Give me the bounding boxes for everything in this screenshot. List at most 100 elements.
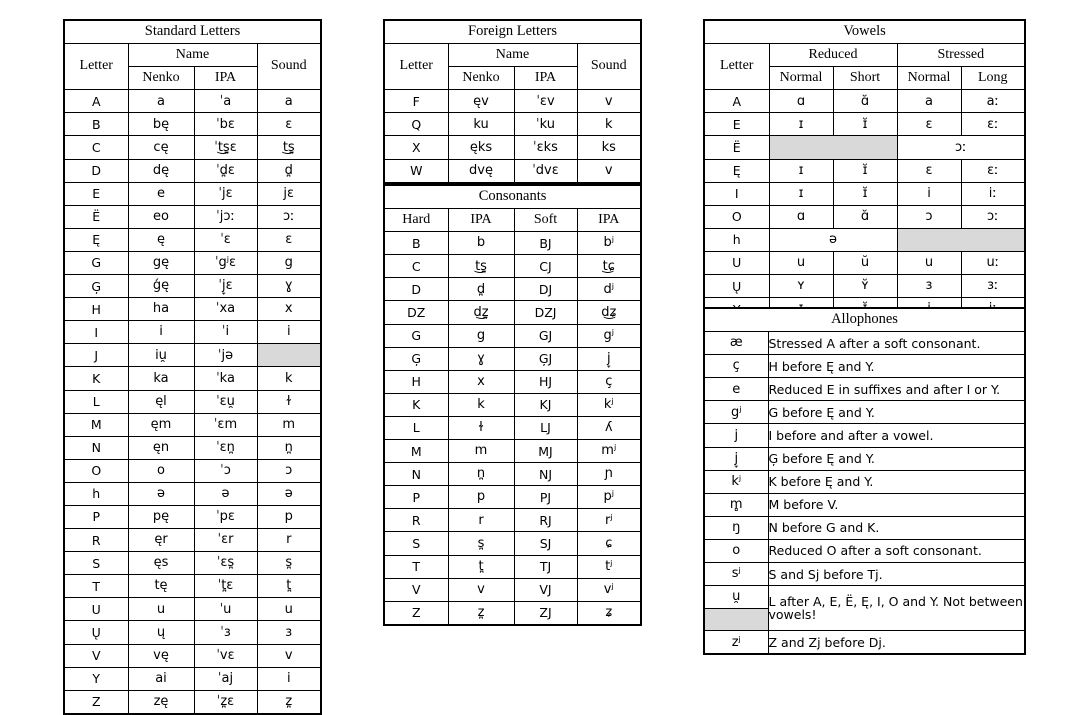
cell-ipa-name: ə xyxy=(193,481,258,506)
cell-soft-letter: PJ xyxy=(513,485,578,510)
table-row: Męm ˈɛm m xyxy=(63,412,322,437)
header-reduced: Reduced xyxy=(768,43,898,68)
cell-vowel-letter: O xyxy=(703,204,770,229)
cell-ipa-name: ˈjɔː xyxy=(193,204,258,229)
cell-stressed-normal: ɛ xyxy=(896,112,962,137)
table-row: çH before Ę and Y. xyxy=(703,354,1026,379)
header-ipa-name: IPA xyxy=(513,66,578,91)
cell-letter: Ģ xyxy=(63,274,129,299)
table-row: Hha ˈxa x xyxy=(63,297,322,322)
table-row: Pp PJ pʲ xyxy=(383,485,642,510)
cell-ipa-sound: i xyxy=(256,666,322,691)
cell-soft-letter: HJ xyxy=(513,369,578,394)
table-row: Ģɣ ĢJ j̞ xyxy=(383,346,642,371)
cell-vowel-letter: A xyxy=(703,89,770,114)
cell-ipa-hard: x xyxy=(447,369,515,394)
table-row: Lęl ˈɛu̯ ɫ xyxy=(63,389,322,414)
cell-allophone-symbol: ç xyxy=(703,354,769,379)
cell-vowel-letter: U xyxy=(703,250,770,276)
header-reduced-short: Short xyxy=(832,66,898,91)
table-row: Yai ˈaj i xyxy=(63,666,322,691)
cell-ipa-sound: x xyxy=(256,297,322,322)
cell-ipa-hard: t̪ xyxy=(447,554,515,579)
cell-soft-letter: DZJ xyxy=(513,300,578,325)
header-hard: Hard xyxy=(383,208,449,233)
cell-nenko-name: gę xyxy=(127,250,195,276)
cell-ipa-name: ˈɔ xyxy=(193,458,258,483)
cell-stressed-normal: a xyxy=(896,89,962,114)
table-row: Bbę ˈbɛ ɛ xyxy=(63,112,322,137)
cell-reduced-short: ɑ̆ xyxy=(832,204,898,229)
cell-soft-letter: GJ xyxy=(513,323,578,348)
cell-allophone-symbol: kʲ xyxy=(703,469,769,494)
cell-allophone-symbol: gʲ xyxy=(703,400,769,425)
cell-allophone-symbol: sʲ xyxy=(703,562,769,587)
cell-allophone-symbol: e xyxy=(703,377,769,402)
cell-ipa-soft: tʲ xyxy=(576,554,642,579)
cell-allophone-symbol: o xyxy=(703,538,769,564)
table-row: Aa ˈa a xyxy=(63,89,322,114)
cell-nenko-name: ǵę xyxy=(127,274,195,299)
table-row: Ii ˈi i xyxy=(63,320,322,345)
cell-ipa-name: ˈi xyxy=(193,320,258,345)
cell-stressed-normal: ɜ xyxy=(896,274,962,299)
cell-letter: D xyxy=(63,158,129,183)
cell-ipa-name: ˈj̞ɛ xyxy=(193,274,258,299)
cell-ipa-name: ˈgʲɛ xyxy=(193,250,258,276)
allophone-description-text: Stressed A after a soft consonant. xyxy=(768,335,981,351)
cell-ipa-hard: d͜z̪ xyxy=(447,300,515,325)
table-row: Oo ˈɔ ɔ xyxy=(63,458,322,483)
cell-ipa-sound: ɫ xyxy=(256,389,322,414)
table-row: Zzę ˈz̪ɛ z̪ xyxy=(63,689,322,715)
table-row: Lɫ LJ ʎ xyxy=(383,415,642,441)
cell-letter: Ë xyxy=(63,204,129,229)
cell-ipa-soft: ç xyxy=(576,369,642,394)
cell-ipa-name: ˈɜ xyxy=(193,620,258,645)
cell-ipa-soft: t͜ɕ xyxy=(576,254,642,279)
allophones-table: Allophones æ Stressed A after a soft cons… xyxy=(703,307,1027,656)
cell-allophone-description: L after A, E, Ë, Ę, I, O and Y. Not betw… xyxy=(767,585,1026,632)
cell-ipa-sound: r xyxy=(256,528,322,553)
cell-letter: V xyxy=(63,643,129,668)
table-row: Ss̪ SJ ɕ xyxy=(383,531,642,556)
cell-ipa-name: ˈɛn̪ xyxy=(193,435,258,460)
table-row: Tt̪ TJ tʲ xyxy=(383,554,642,579)
cell-nenko-name: tę xyxy=(127,574,195,599)
allophone-description-text: N before G and K. xyxy=(768,520,880,536)
cell-ipa-soft: pʲ xyxy=(576,485,642,510)
standard-letters-table: Standard Letters Letter Name Sound Nenko… xyxy=(63,19,322,715)
cell-allophone-description: K before Ę and Y. xyxy=(767,469,1026,494)
cell-ipa-sound: a xyxy=(256,89,322,114)
cell-ipa-soft: ɕ xyxy=(576,531,642,556)
header-sound: Sound xyxy=(576,43,642,91)
cell-nenko-name: eo xyxy=(127,204,195,229)
cell-nenko-name: dvę xyxy=(447,158,515,184)
cell-allophone-description: G before Ę and Y. xyxy=(767,400,1026,425)
cell-ipa-soft: ʎ xyxy=(576,415,642,441)
cell-hard-letter: S xyxy=(383,531,449,556)
cell-nenko-name: ha xyxy=(127,297,195,322)
cell-ipa-name: ˈz̪ɛ xyxy=(193,689,258,715)
cell-vowel-letter: I xyxy=(703,181,770,206)
cell-ipa-sound: n̪ xyxy=(256,435,322,460)
cell-ipa-name: ˈjə xyxy=(193,343,258,368)
cell-nenko-name: e xyxy=(127,181,195,206)
cell-allophone-description: S and Sj before Tj. xyxy=(767,562,1026,587)
table-row: gʲ G before Ę and Y. xyxy=(703,400,1026,425)
cell-allophone-symbol-filler xyxy=(705,608,768,631)
table-row: Ttę ˈt̪ɛ t̪ xyxy=(63,574,322,599)
cell-ipa-name: ˈu xyxy=(193,597,258,622)
cell-letter: K xyxy=(63,366,129,391)
cell-ipa-sound: ɛ xyxy=(256,112,322,137)
table-row: DZ d͜z̪ DZJ d͜ʑ xyxy=(383,300,642,325)
cell-ipa-hard: t͜s̪ xyxy=(447,254,515,279)
cell-ipa-hard: ɫ xyxy=(447,415,515,441)
cell-nenko-name: ęr xyxy=(127,528,195,553)
cell-letter: E xyxy=(63,181,129,206)
cell-ipa-soft: dʲ xyxy=(576,277,642,302)
cell-letter: Ų xyxy=(63,620,129,645)
table-row: æ Stressed A after a soft consonant. xyxy=(703,331,1026,356)
cell-letter: J xyxy=(63,343,129,368)
cell-letter: Y xyxy=(63,666,129,691)
cell-soft-letter: KJ xyxy=(513,392,578,417)
